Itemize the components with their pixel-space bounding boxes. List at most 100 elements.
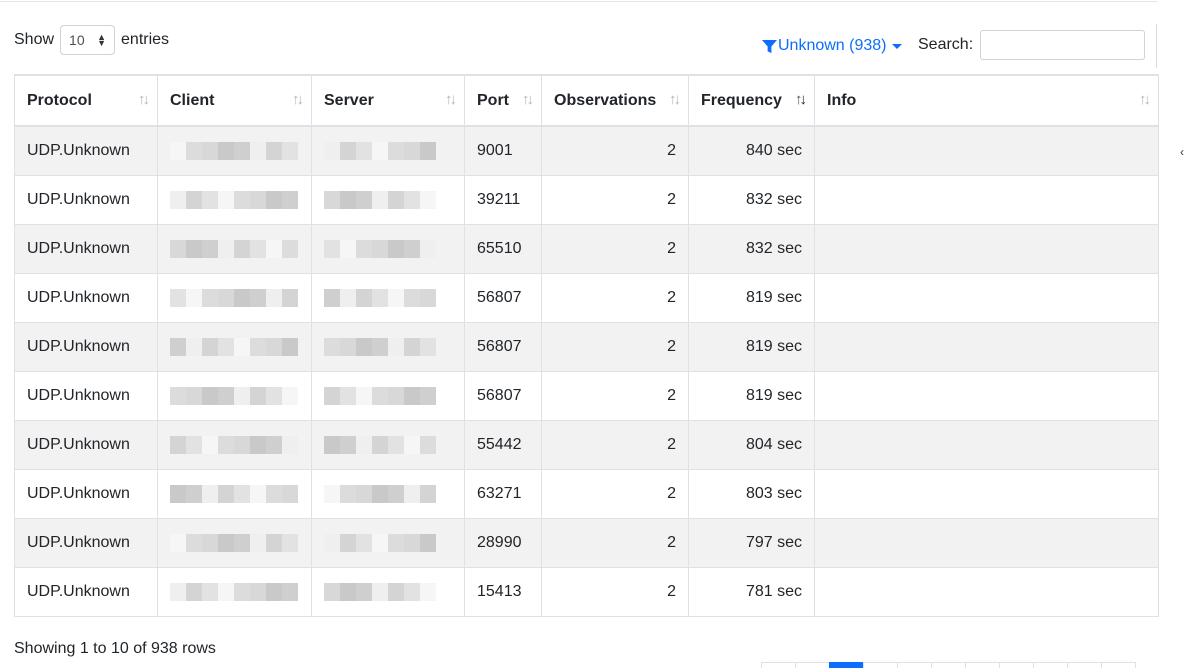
- table-body: UDP.Unknown 9001 2 840 sec UDP.Unknown 39211 2…: [14, 125, 1159, 617]
- cell-protocol: UDP.Unknown: [14, 272, 158, 323]
- redacted-address: [324, 484, 452, 503]
- select-arrows-icon: ▲ ▼: [97, 32, 107, 48]
- top-border: [0, 0, 1158, 2]
- table-header-row: Protocol ↑↓ Client ↑↓ Server ↑↓ Port ↑↓ Obse…: [14, 74, 1159, 127]
- cell-server-redacted: [311, 566, 465, 617]
- cell-port: 39211: [464, 174, 542, 225]
- column-header-protocol[interactable]: Protocol ↑↓: [14, 74, 158, 127]
- column-label: Port: [477, 91, 509, 109]
- page-button[interactable]: [761, 662, 796, 668]
- cell-frequency: 840 sec: [688, 125, 815, 176]
- cell-info: [814, 419, 1159, 470]
- page-button-active[interactable]: [829, 662, 864, 668]
- redacted-address: [170, 533, 299, 552]
- column-header-port[interactable]: Port ↑↓: [464, 74, 542, 127]
- cell-client-redacted: [157, 517, 312, 568]
- cell-server-redacted: [311, 125, 465, 176]
- page-button[interactable]: [1101, 662, 1136, 668]
- column-label: Observations: [554, 91, 657, 109]
- entries-select[interactable]: 10 ▲ ▼: [60, 25, 116, 55]
- cell-observations: 2: [541, 419, 689, 470]
- cell-client-redacted: [157, 223, 312, 274]
- cell-frequency: 819 sec: [688, 272, 815, 323]
- cell-port: 63271: [464, 468, 542, 519]
- cell-protocol: UDP.Unknown: [14, 566, 158, 617]
- page-button[interactable]: [931, 662, 966, 668]
- page-button[interactable]: [1067, 662, 1102, 668]
- redacted-address: [324, 435, 452, 454]
- cell-client-redacted: [157, 468, 312, 519]
- show-label: Show: [14, 31, 55, 48]
- table-info: Showing 1 to 10 of 938 rows: [14, 640, 216, 657]
- redacted-address: [324, 288, 452, 307]
- cell-protocol: UDP.Unknown: [14, 125, 158, 176]
- cell-port: 56807: [464, 272, 542, 323]
- cell-info: [814, 566, 1159, 617]
- filter-label: Unknown (938): [778, 37, 887, 54]
- sort-icon: ↑↓: [1139, 91, 1151, 108]
- table-row: UDP.Unknown 9001 2 840 sec: [14, 125, 1159, 176]
- page-button[interactable]: [897, 662, 932, 668]
- cell-info: [814, 223, 1159, 274]
- sort-icon: ↑↓: [445, 91, 457, 108]
- redacted-address: [324, 190, 452, 209]
- table-row: UDP.Unknown 56807 2 819 sec: [14, 321, 1159, 372]
- cell-frequency: 803 sec: [688, 468, 815, 519]
- column-header-server[interactable]: Server ↑↓: [311, 74, 465, 127]
- redacted-address: [170, 239, 299, 258]
- redacted-address: [324, 582, 452, 601]
- table-row: UDP.Unknown 15413 2 781 sec: [14, 566, 1159, 617]
- page-button[interactable]: [863, 662, 898, 668]
- cell-protocol: UDP.Unknown: [14, 468, 158, 519]
- cell-port: 15413: [464, 566, 542, 617]
- cell-observations: 2: [541, 566, 689, 617]
- redacted-address: [170, 190, 299, 209]
- page-button[interactable]: [965, 662, 1000, 668]
- page-button[interactable]: [999, 662, 1034, 668]
- column-header-observations[interactable]: Observations ↑↓: [541, 74, 689, 127]
- page-button[interactable]: [1033, 662, 1068, 668]
- search-input[interactable]: [980, 30, 1146, 60]
- cell-info: [814, 517, 1159, 568]
- sort-descending-icon: ↑↓: [795, 91, 807, 108]
- cell-protocol: UDP.Unknown: [14, 223, 158, 274]
- cell-client-redacted: [157, 321, 312, 372]
- cell-client-redacted: [157, 174, 312, 225]
- redacted-address: [170, 141, 299, 160]
- redacted-address: [324, 533, 452, 552]
- column-label: Protocol: [27, 91, 92, 109]
- cell-protocol: UDP.Unknown: [14, 174, 158, 225]
- redacted-address: [324, 337, 452, 356]
- cell-info: [814, 272, 1159, 323]
- cell-port: 65510: [464, 223, 542, 274]
- column-header-client[interactable]: Client ↑↓: [157, 74, 312, 127]
- cell-protocol: UDP.Unknown: [14, 419, 158, 470]
- page-button[interactable]: [795, 662, 830, 668]
- cell-port: 56807: [464, 321, 542, 372]
- cell-info: [814, 321, 1159, 372]
- cell-frequency: 797 sec: [688, 517, 815, 568]
- caret-down-icon: [891, 43, 902, 49]
- filter-icon: [762, 39, 777, 53]
- protocol-filter-dropdown[interactable]: Unknown (938): [762, 35, 902, 57]
- cell-client-redacted: [157, 419, 312, 470]
- panel-edge: [1156, 24, 1157, 68]
- redacted-address: [170, 337, 299, 356]
- cell-client-redacted: [157, 566, 312, 617]
- column-header-info[interactable]: Info ↑↓: [814, 74, 1159, 127]
- cell-observations: 2: [541, 321, 689, 372]
- table-row: UDP.Unknown 65510 2 832 sec: [14, 223, 1159, 274]
- cell-info: [814, 125, 1159, 176]
- column-header-frequency[interactable]: Frequency ↑↓: [688, 74, 815, 127]
- sort-icon: ↑↓: [669, 91, 681, 108]
- cell-port: 56807: [464, 370, 542, 421]
- cell-frequency: 832 sec: [688, 174, 815, 225]
- column-label: Info: [827, 91, 857, 109]
- redacted-address: [170, 582, 299, 601]
- cell-frequency: 819 sec: [688, 370, 815, 421]
- cell-server-redacted: [311, 370, 465, 421]
- cell-info: [814, 174, 1159, 225]
- search-label: Search:: [918, 36, 974, 53]
- cell-frequency: 781 sec: [688, 566, 815, 617]
- cell-info: [814, 370, 1159, 421]
